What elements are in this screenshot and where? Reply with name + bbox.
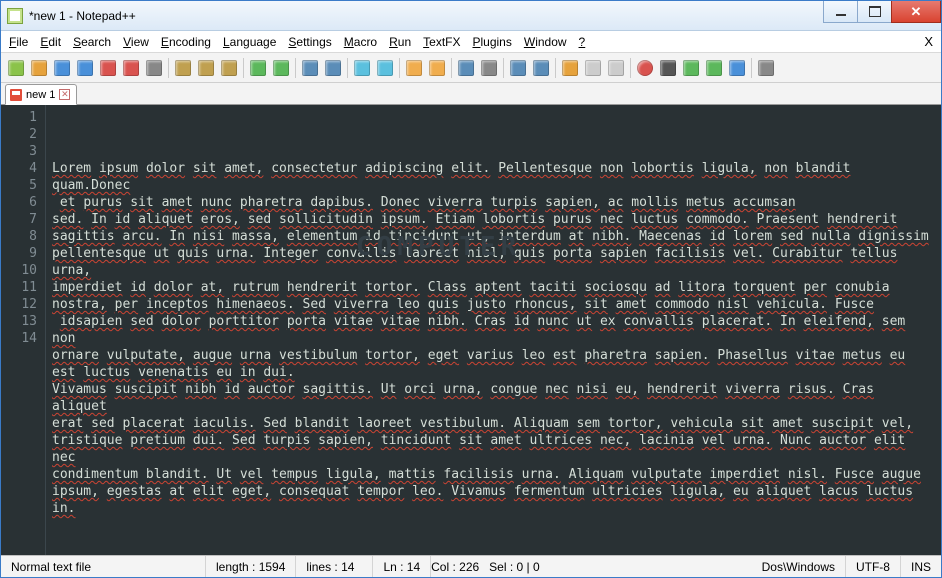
- code-line[interactable]: ornare vulputate, augue urna vestibulum …: [52, 347, 935, 364]
- status-length: length : 1594: [206, 556, 296, 577]
- editor[interactable]: 1234567891011121314 COMPUTER Lorem ipsum…: [1, 105, 941, 555]
- code-line[interactable]: Lorem ipsum dolor sit amet, consectetur …: [52, 160, 935, 194]
- folder-icon[interactable]: [559, 57, 581, 79]
- code-line[interactable]: Vivamus suscipit nibh id auctor sagittis…: [52, 381, 935, 415]
- play-multi-icon[interactable]: [703, 57, 725, 79]
- code-line[interactable]: tristique pretium dui. Sed turpis sapien…: [52, 432, 935, 466]
- app-icon: [7, 8, 23, 24]
- status-eol: Dos\Windows: [752, 556, 846, 577]
- print-icon[interactable]: [143, 57, 165, 79]
- maximize-button[interactable]: [857, 1, 891, 23]
- toolbar-separator: [243, 58, 244, 78]
- close-all-icon[interactable]: [120, 57, 142, 79]
- menu-run[interactable]: Run: [389, 35, 411, 49]
- close-icon[interactable]: [97, 57, 119, 79]
- menu-language[interactable]: Language: [223, 35, 276, 49]
- code-line[interactable]: condimentum blandit. Ut vel tempus ligul…: [52, 466, 935, 517]
- status-insert-mode: INS: [901, 556, 941, 577]
- code-line[interactable]: sed. In id aliquet eros, sed sollicitudi…: [52, 211, 935, 228]
- window-title: *new 1 - Notepad++: [29, 9, 823, 23]
- tab-new-1[interactable]: new 1: [5, 84, 77, 105]
- zoom-in-icon[interactable]: [351, 57, 373, 79]
- new-file-icon[interactable]: [5, 57, 27, 79]
- toolbar-separator: [347, 58, 348, 78]
- play-icon[interactable]: [680, 57, 702, 79]
- code-line[interactable]: erat sed placerat iaculis. Sed blandit l…: [52, 415, 935, 432]
- stop-icon[interactable]: [657, 57, 679, 79]
- redo-icon[interactable]: [270, 57, 292, 79]
- code-line[interactable]: imperdiet id dolor at, rutrum hendrerit …: [52, 279, 935, 296]
- code-line[interactable]: est luctus venenatis eu in dui.: [52, 364, 935, 381]
- whitespace-icon[interactable]: [478, 57, 500, 79]
- app-window: *new 1 - Notepad++ File Edit Search View Enc…: [0, 0, 942, 578]
- function-list-icon[interactable]: [605, 57, 627, 79]
- code-line[interactable]: et purus sit amet nunc pharetra dapibus.…: [52, 194, 935, 211]
- toolbar-separator: [295, 58, 296, 78]
- menu-plugins[interactable]: Plugins: [472, 35, 511, 49]
- code-line[interactable]: nostra, per inceptos himenaeos. Sed vive…: [52, 296, 935, 313]
- status-ln: Ln : 14: [372, 556, 431, 577]
- menu-help[interactable]: ?: [579, 35, 586, 49]
- minimize-button[interactable]: [823, 1, 857, 23]
- code-line[interactable]: idsapien sed dolor porttitor porta vitae…: [52, 313, 935, 347]
- cut-icon[interactable]: [172, 57, 194, 79]
- spellcheck-icon[interactable]: [755, 57, 777, 79]
- status-sel: Sel : 0 | 0: [489, 556, 549, 577]
- titlebar[interactable]: *new 1 - Notepad++: [1, 1, 941, 31]
- save-all-icon[interactable]: [74, 57, 96, 79]
- toolbar: [1, 53, 941, 83]
- menubar: File Edit Search View Encoding Language Settin…: [1, 31, 941, 53]
- open-file-icon[interactable]: [28, 57, 50, 79]
- save-icon[interactable]: [51, 57, 73, 79]
- menubar-close-x[interactable]: X: [924, 34, 933, 49]
- statusbar: Normal text file length : 1594 lines : 1…: [1, 555, 941, 577]
- status-filetype: Normal text file: [1, 556, 206, 577]
- line-gutter: 1234567891011121314: [1, 105, 46, 555]
- menu-window[interactable]: Window: [524, 35, 567, 49]
- toolbar-separator: [555, 58, 556, 78]
- code-line[interactable]: sagittis arcu. In nisi massa, elementum …: [52, 228, 935, 245]
- tab-close-icon[interactable]: [59, 89, 70, 100]
- replace-icon[interactable]: [322, 57, 344, 79]
- paste-icon[interactable]: [218, 57, 240, 79]
- indent-icon[interactable]: [507, 57, 529, 79]
- toolbar-separator: [168, 58, 169, 78]
- wordwrap-icon[interactable]: [455, 57, 477, 79]
- toolbar-separator: [451, 58, 452, 78]
- sync-v-icon[interactable]: [403, 57, 425, 79]
- status-encoding: UTF-8: [846, 556, 901, 577]
- zoom-out-icon[interactable]: [374, 57, 396, 79]
- save-macro-icon[interactable]: [726, 57, 748, 79]
- outdent-icon[interactable]: [530, 57, 552, 79]
- close-button[interactable]: [891, 1, 941, 23]
- unsaved-indicator-icon: [10, 89, 22, 101]
- menu-edit[interactable]: Edit: [40, 35, 61, 49]
- find-icon[interactable]: [299, 57, 321, 79]
- menu-encoding[interactable]: Encoding: [161, 35, 211, 49]
- tabstrip: new 1: [1, 83, 941, 105]
- toolbar-separator: [503, 58, 504, 78]
- status-lines: lines : 14: [296, 556, 364, 577]
- menu-settings[interactable]: Settings: [288, 35, 331, 49]
- menu-view[interactable]: View: [123, 35, 149, 49]
- status-col: Col : 226: [431, 556, 489, 577]
- code-line[interactable]: pellentesque ut quis urna. Integer conva…: [52, 245, 935, 279]
- menu-macro[interactable]: Macro: [344, 35, 377, 49]
- window-controls: [823, 1, 941, 30]
- toolbar-separator: [630, 58, 631, 78]
- toolbar-separator: [399, 58, 400, 78]
- copy-icon[interactable]: [195, 57, 217, 79]
- code-area[interactable]: COMPUTER Lorem ipsum dolor sit amet, con…: [46, 105, 941, 555]
- menu-textfx[interactable]: TextFX: [423, 35, 460, 49]
- menu-search[interactable]: Search: [73, 35, 111, 49]
- toolbar-separator: [751, 58, 752, 78]
- menu-file[interactable]: File: [9, 35, 28, 49]
- doc-icon[interactable]: [582, 57, 604, 79]
- sync-h-icon[interactable]: [426, 57, 448, 79]
- undo-icon[interactable]: [247, 57, 269, 79]
- record-icon[interactable]: [634, 57, 656, 79]
- tab-label: new 1: [26, 89, 55, 101]
